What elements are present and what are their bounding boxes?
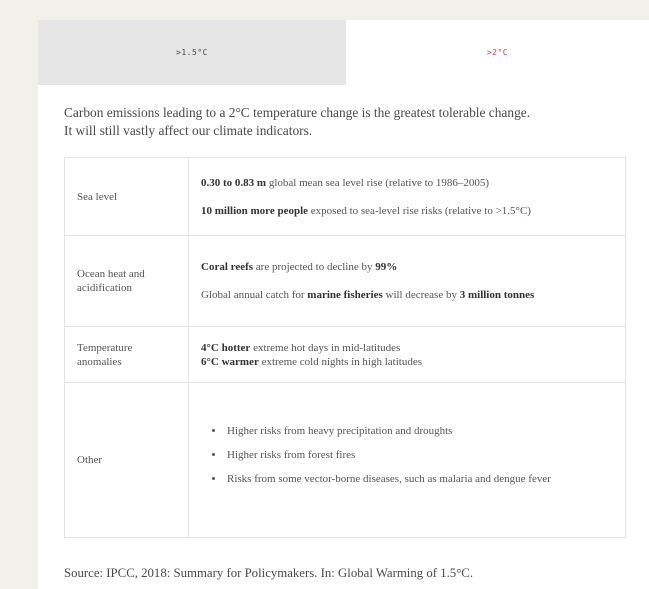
intro-text: Carbon emissions leading to a 2°C temper… bbox=[64, 104, 634, 140]
text-fragment: are projected to decline by bbox=[253, 261, 376, 273]
sea-level-rise-line: 0.30 to 0.83 m global mean sea level ris… bbox=[201, 176, 613, 190]
text-fragment: Global annual catch for bbox=[201, 289, 308, 301]
bold-value: marine fisheries bbox=[307, 289, 383, 301]
table-row-temperature: Temperature anomalies 4°C hotter extreme… bbox=[64, 326, 626, 383]
row-label: Temperature anomalies bbox=[64, 326, 189, 383]
intro-line-1: Carbon emissions leading to a 2°C temper… bbox=[64, 105, 531, 120]
other-risks-list: Higher risks from heavy precipitation an… bbox=[201, 424, 613, 486]
source-citation: Source: IPCC, 2018: Summary for Policyma… bbox=[64, 566, 474, 580]
climate-indicators-table: Sea level 0.30 to 0.83 m global mean sea… bbox=[64, 157, 626, 538]
bold-value: 6°C warmer bbox=[201, 355, 259, 368]
people-exposed-line: 10 million more people exposed to sea-le… bbox=[201, 204, 613, 218]
text-fragment: will decrease by bbox=[382, 289, 460, 301]
list-item: Higher risks from forest fires bbox=[225, 448, 613, 462]
text-fragment: exposed to sea-level rise risks (relativ… bbox=[308, 204, 531, 217]
text-fragment: extreme hot days in mid-latitudes bbox=[250, 341, 401, 354]
bold-value: 4°C hotter bbox=[201, 341, 251, 354]
text-fragment: extreme cold nights in high latitudes bbox=[258, 355, 422, 368]
list-item: Risks from some vector-borne diseases, s… bbox=[225, 472, 613, 486]
row-label: Other bbox=[64, 382, 189, 538]
row-content: Higher risks from heavy precipitation an… bbox=[188, 382, 626, 538]
content-card: >1.5°C >2°C Carbon emissions leading to … bbox=[38, 20, 649, 589]
table-row-sea-level: Sea level 0.30 to 0.83 m global mean sea… bbox=[64, 157, 626, 236]
hot-days-line: 4°C hotter extreme hot days in mid-latit… bbox=[201, 341, 613, 355]
cold-nights-line: 6°C warmer extreme cold nights in high l… bbox=[201, 355, 613, 369]
row-content: Coral reefs are projected to decline by … bbox=[188, 235, 626, 327]
bold-value: 0.30 to 0.83 m bbox=[201, 176, 267, 189]
tab-bar: >1.5°C >2°C bbox=[38, 20, 649, 85]
list-item: Higher risks from heavy precipitation an… bbox=[225, 424, 613, 438]
bold-value: 3 million tonnes bbox=[459, 289, 535, 301]
tab-1-5-degrees[interactable]: >1.5°C bbox=[38, 20, 346, 85]
bold-value: 10 million more people bbox=[201, 204, 309, 217]
row-content: 0.30 to 0.83 m global mean sea level ris… bbox=[188, 157, 626, 236]
row-content: 4°C hotter extreme hot days in mid-latit… bbox=[188, 326, 626, 383]
table-row-ocean-heat: Ocean heat and acidification Coral reefs… bbox=[64, 235, 626, 327]
bold-value: Coral reefs bbox=[201, 261, 254, 273]
bold-value: 99% bbox=[375, 261, 398, 273]
row-label: Ocean heat and acidification bbox=[64, 235, 189, 327]
intro-line-2: It will still vastly affect our climate … bbox=[64, 123, 313, 138]
coral-reefs-line: Coral reefs are projected to decline by … bbox=[201, 260, 613, 274]
row-label: Sea level bbox=[64, 157, 189, 236]
table-row-other: Other Higher risks from heavy precipitat… bbox=[64, 382, 626, 538]
text-fragment: global mean sea level rise (relative to … bbox=[266, 176, 490, 189]
tab-2-degrees[interactable]: >2°C bbox=[346, 20, 649, 85]
fisheries-line: Global annual catch for marine fisheries… bbox=[201, 288, 613, 302]
